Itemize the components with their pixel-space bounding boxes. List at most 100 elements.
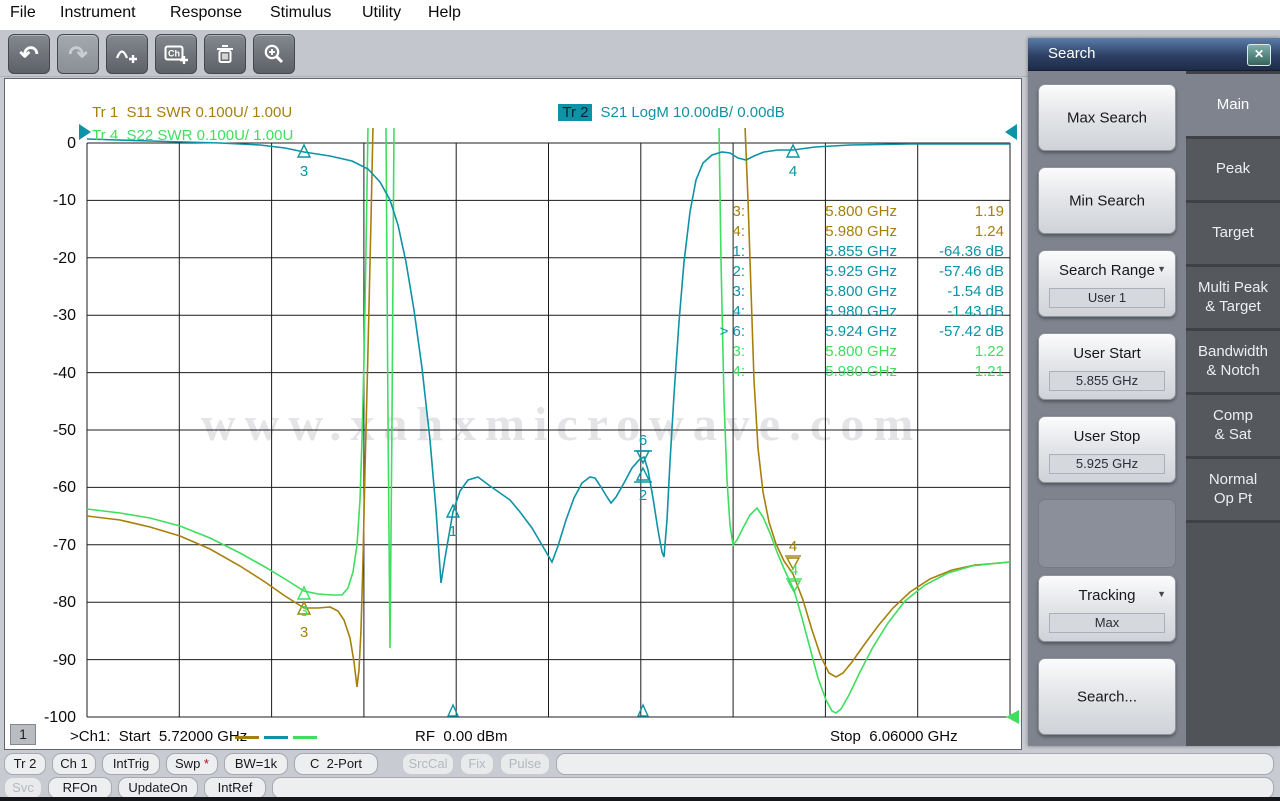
trace-s22-curve-notch	[385, 128, 395, 649]
add-trace-button[interactable]	[106, 34, 148, 74]
svg-text:5.980 GHz: 5.980 GHz	[825, 303, 897, 320]
status-empty-1	[556, 753, 1274, 775]
svg-text:4:: 4:	[732, 363, 745, 380]
user-stop-button[interactable]: User Stop 5.925 GHz	[1038, 416, 1176, 483]
status-tr2[interactable]: Tr 2	[4, 753, 46, 775]
search-range-value: User 1	[1049, 288, 1165, 308]
menu-item-help[interactable]: Help	[428, 4, 461, 22]
tab-main[interactable]: Main	[1186, 74, 1280, 136]
channel-start-label: >Ch1: Start 5.72000 GHz	[70, 728, 248, 745]
svg-text:3:: 3:	[732, 203, 745, 220]
tab-comp-sat[interactable]: Comp & Sat	[1186, 395, 1280, 456]
redo-button[interactable]: ↷	[57, 34, 99, 74]
svg-text:1:: 1:	[732, 243, 745, 260]
svg-text:-90: -90	[53, 652, 76, 669]
max-search-button[interactable]: Max Search	[1038, 84, 1176, 151]
tab-multi-peak-target[interactable]: Multi Peak & Target	[1186, 267, 1280, 328]
close-button[interactable]: ✕	[1247, 44, 1271, 66]
redo-icon: ↷	[68, 40, 88, 67]
tab-normal-op-pt[interactable]: Normal Op Pt	[1186, 459, 1280, 520]
status-inttrig[interactable]: IntTrig	[102, 753, 160, 775]
tab-bandwidth-notch[interactable]: Bandwidth & Notch	[1186, 331, 1280, 392]
menu-item-instrument[interactable]: Instrument	[60, 4, 136, 22]
add-trace-icon	[115, 50, 137, 63]
min-search-button[interactable]: Min Search	[1038, 167, 1176, 234]
user-stop-value: 5.925 GHz	[1049, 454, 1165, 474]
menu-item-response[interactable]: Response	[170, 4, 242, 22]
status-ch1[interactable]: Ch 1	[52, 753, 96, 775]
menu-item-utility[interactable]: Utility	[362, 4, 401, 22]
legend-dash-s22	[293, 736, 317, 739]
legend-dash-s11	[235, 736, 259, 739]
trace-label-tr2[interactable]: Tr 2 S21 LogM 10.00dB/ 0.00dB	[550, 87, 785, 121]
dropdown-arrow-icon: ▼	[1157, 589, 1166, 599]
svg-text:3: 3	[300, 603, 308, 620]
y-axis-labels: 0 -10 -20 -30 -40 -50 -60 -70 -80 -90 -100	[44, 135, 76, 726]
window-bottom-edge	[0, 797, 1280, 801]
search-dialog-button[interactable]: Search...	[1038, 658, 1176, 735]
status-updateon[interactable]: UpdateOn	[118, 777, 198, 799]
status-srccal: SrcCal	[402, 753, 454, 775]
tab-target[interactable]: Target	[1186, 203, 1280, 264]
status-svc: Svc	[4, 777, 42, 799]
svg-text:-10: -10	[53, 192, 76, 209]
status-empty-2	[272, 777, 1274, 799]
trace-id-tr2-active: Tr 2	[558, 104, 593, 121]
search-panel-titlebar[interactable]: Search ✕	[1028, 38, 1280, 71]
close-icon: ✕	[1253, 47, 1265, 61]
legend-dash-s21	[264, 736, 288, 739]
ref-level-arrow-green	[1006, 710, 1019, 724]
add-channel-icon: Ch	[164, 45, 188, 64]
status-fix: Fix	[460, 753, 494, 775]
delete-button[interactable]	[204, 34, 246, 74]
svg-text:-57.46 dB: -57.46 dB	[939, 263, 1004, 280]
svg-text:-40: -40	[53, 365, 76, 382]
undo-icon: ↶	[19, 40, 39, 67]
zoom-button[interactable]	[253, 34, 295, 74]
dropdown-arrow-icon: ▼	[1157, 264, 1166, 274]
menu-item-stimulus[interactable]: Stimulus	[270, 4, 331, 22]
svg-text:5.924 GHz: 5.924 GHz	[825, 323, 897, 340]
undo-button[interactable]: ↶	[8, 34, 50, 74]
trace-s22-curve	[86, 128, 369, 596]
status-intref[interactable]: IntRef	[204, 777, 266, 799]
status-cal-2port[interactable]: C 2-Port	[294, 753, 378, 775]
plot-area[interactable]: www.xahxmicrowave.com 0 -10 -20 -30 -40 -50…	[4, 78, 1022, 750]
svg-text:5.800 GHz: 5.800 GHz	[825, 283, 897, 300]
stop-frequency: 6.06000 GHz	[869, 728, 958, 745]
user-start-button[interactable]: User Start 5.855 GHz	[1038, 333, 1176, 400]
svg-text:1.21: 1.21	[975, 363, 1004, 380]
search-range-button[interactable]: Search Range ▼ User 1	[1038, 250, 1176, 317]
add-channel-button[interactable]: Ch	[155, 34, 197, 74]
svg-text:1.24: 1.24	[975, 223, 1004, 240]
svg-text:5.980 GHz: 5.980 GHz	[825, 363, 897, 380]
tab-peak[interactable]: Peak	[1186, 139, 1280, 200]
search-panel-body: Main Peak Target Multi Peak & Target Ban…	[1028, 71, 1280, 746]
svg-text:4: 4	[790, 562, 798, 579]
status-sweep[interactable]: Swp *	[166, 753, 218, 775]
status-bandwidth[interactable]: BW=1k	[224, 753, 288, 775]
svg-text:6: 6	[639, 432, 647, 449]
channel-badge[interactable]: 1	[10, 724, 36, 745]
trace-id-tr4: Tr 4	[92, 127, 119, 144]
svg-text:1.22: 1.22	[975, 343, 1004, 360]
svg-text:1: 1	[449, 523, 457, 540]
svg-text:-80: -80	[53, 594, 76, 611]
marker-table: 3: 5.800 GHz 1.19 4: 5.980 GHz 1.24 1: 5.855 …	[720, 203, 1004, 380]
menu-item-file[interactable]: File	[10, 4, 36, 22]
svg-text:0: 0	[67, 135, 76, 152]
svg-text:-50: -50	[53, 422, 76, 439]
blank-button	[1038, 499, 1176, 568]
stop-frequency-status: Stop 6.06000 GHz	[830, 728, 958, 745]
svg-text:-20: -20	[53, 250, 76, 267]
zoom-in-icon	[264, 44, 284, 64]
status-rfon[interactable]: RFOn	[48, 777, 112, 799]
svg-text:1.19: 1.19	[975, 203, 1004, 220]
trace-params-tr2: S21 LogM 10.00dB/ 0.00dB	[600, 104, 785, 121]
trace-label-tr4[interactable]: Tr 4 S22 SWR 0.100U/ 1.00U	[84, 110, 293, 144]
panel-title: Search	[1048, 45, 1096, 62]
svg-text:4: 4	[789, 163, 797, 180]
tracking-button[interactable]: Tracking ▼ Max	[1038, 575, 1176, 642]
svg-text:3:: 3:	[732, 283, 745, 300]
svg-text:5.800 GHz: 5.800 GHz	[825, 203, 897, 220]
